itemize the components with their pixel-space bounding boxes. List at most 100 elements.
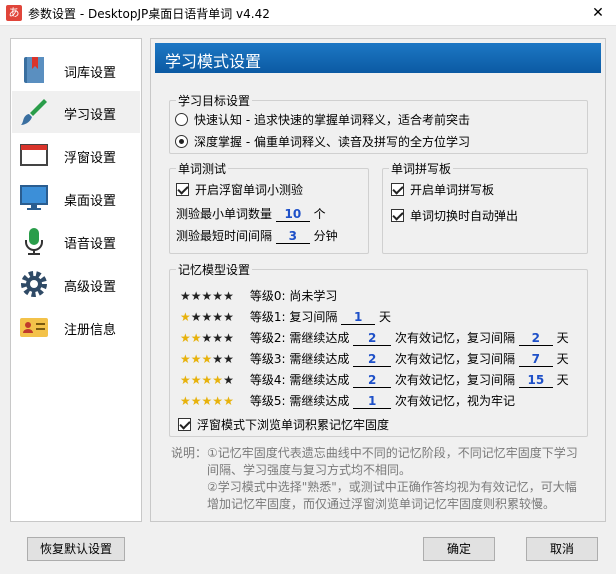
star-empty-icon: ★: [223, 373, 234, 387]
star-empty-icon: ★: [201, 331, 213, 345]
checkbox[interactable]: [391, 209, 404, 222]
window-icon: [20, 144, 48, 166]
star-empty-icon: ★: [190, 310, 202, 324]
level2-interval-input[interactable]: 2: [518, 331, 553, 346]
memory-level-5: ★★★★★ 等级5: 需继续达成 1 次有效记忆，视为牢记: [180, 392, 515, 409]
star-empty-icon: ★: [201, 310, 213, 324]
field-label: 测验最短时间间隔: [176, 229, 273, 243]
sidebar-item-label: 浮窗设置: [64, 151, 117, 166]
star-rating: ★★★★★: [180, 289, 246, 303]
star-empty-icon: ★: [212, 331, 224, 345]
microphone-icon: [25, 228, 43, 255]
sidebar-item-study[interactable]: 学习设置: [12, 91, 140, 133]
help-note: 说明：①记忆牢固度代表遗忘曲线中不同的记忆阶段，不同记忆牢固度下学习 间隔、学习…: [171, 445, 578, 513]
field-label: 测验最小单词数量: [176, 207, 273, 221]
option-label: 快速认知 - 追求快速的掌握单词释义，适合考前突击: [194, 113, 470, 127]
star-rating: ★★★★★: [180, 373, 246, 387]
spelling-group: 单词拼写板 开启单词拼写板 单词切换时自动弹出: [382, 160, 588, 254]
radio-button-selected[interactable]: [175, 135, 188, 148]
panel-header: 学习模式设置: [155, 43, 601, 73]
memory-level-2: ★★★★★ 等级2: 需继续达成 2 次有效记忆，复习间隔 2 天: [180, 329, 569, 346]
level-label: 等级3: 需继续达成: [249, 352, 350, 366]
close-icon[interactable]: ✕: [580, 0, 616, 26]
group-title: 单词测试: [176, 160, 229, 177]
spelling-enable-checkbox[interactable]: 开启单词拼写板: [391, 181, 494, 198]
settings-panel: 学习模式设置 学习目标设置 快速认知 - 追求快速的掌握单词释义，适合考前突击 …: [150, 38, 606, 522]
star-empty-icon: ★: [190, 289, 202, 303]
star-filled-icon: ★: [180, 352, 191, 366]
min-words-input[interactable]: 10: [275, 207, 310, 222]
level-label: 等级1: 复习间隔: [249, 310, 338, 324]
window-title: 参数设置 - DesktopJP桌面日语背单词 v4.42: [28, 7, 270, 21]
goal-option-deep[interactable]: 深度掌握 - 偏重单词释义、读音及拼写的全方位学习: [175, 133, 470, 150]
star-empty-icon: ★: [212, 289, 224, 303]
quiz-enable-checkbox[interactable]: 开启浮窗单词小测验: [176, 181, 303, 198]
checkbox[interactable]: [176, 183, 189, 196]
sidebar-item-voice[interactable]: 语音设置: [12, 220, 140, 262]
star-filled-icon: ★: [180, 310, 191, 324]
level3-count-input[interactable]: 2: [353, 352, 392, 367]
option-label: 深度掌握 - 偏重单词释义、读音及拼写的全方位学习: [194, 135, 470, 149]
sidebar: 词库设置 学习设置 浮窗设置 桌面设置 语音设置 高级设置 注册信息: [10, 38, 142, 522]
checkbox[interactable]: [391, 183, 404, 196]
star-filled-icon: ★: [212, 373, 224, 387]
level-label: 等级0: 尚未学习: [249, 289, 338, 303]
sidebar-item-label: 高级设置: [64, 280, 117, 295]
level3-interval-input[interactable]: 7: [518, 352, 553, 367]
spelling-auto-popup-checkbox[interactable]: 单词切换时自动弹出: [391, 207, 518, 224]
level-label: 次有效记忆，复习间隔: [394, 331, 515, 345]
star-filled-icon: ★: [190, 394, 202, 408]
group-title: 单词拼写板: [389, 160, 454, 177]
sidebar-item-label: 注册信息: [64, 323, 117, 338]
float-browse-checkbox[interactable]: 浮窗模式下浏览单词积累记忆牢固度: [178, 416, 389, 433]
star-filled-icon: ★: [180, 331, 191, 345]
sidebar-item-registration[interactable]: 注册信息: [12, 306, 140, 348]
cancel-button[interactable]: 取消: [526, 537, 598, 561]
min-interval-input[interactable]: 3: [275, 229, 310, 244]
sidebar-item-float-window[interactable]: 浮窗设置: [12, 134, 140, 176]
sidebar-item-desktop[interactable]: 桌面设置: [12, 177, 140, 219]
memory-level-0: ★★★★★ 等级0: 尚未学习: [180, 287, 337, 304]
star-empty-icon: ★: [201, 289, 213, 303]
star-filled-icon: ★: [180, 394, 191, 408]
radio-button[interactable]: [175, 113, 188, 126]
group-title: 学习目标设置: [176, 92, 253, 109]
note-line: 增加记忆牢固度，而仅通过浮窗浏览单词记忆牢固度则积累较慢。: [207, 497, 556, 511]
sidebar-item-label: 词库设置: [64, 66, 117, 81]
unit-label: 天: [556, 331, 569, 345]
level4-interval-input[interactable]: 15: [518, 373, 553, 388]
level-label: 等级5: 需继续达成: [249, 394, 350, 408]
quiz-min-words: 测验最小单词数量 10 个: [176, 205, 326, 222]
checkbox[interactable]: [178, 418, 191, 431]
sidebar-item-vocabulary[interactable]: 词库设置: [12, 49, 140, 91]
star-rating: ★★★★★: [180, 352, 246, 366]
star-filled-icon: ★: [190, 352, 202, 366]
star-filled-icon: ★: [212, 394, 224, 408]
note-line: 间隔、学习强度与复习方式均不相同。: [207, 463, 412, 477]
star-filled-icon: ★: [190, 331, 202, 345]
star-rating: ★★★★★: [180, 394, 246, 408]
reset-defaults-button[interactable]: 恢复默认设置: [27, 537, 125, 561]
level4-count-input[interactable]: 2: [353, 373, 392, 388]
level5-count-input[interactable]: 1: [353, 394, 392, 409]
star-rating: ★★★★★: [180, 331, 246, 345]
unit-label: 天: [556, 352, 569, 366]
sidebar-item-advanced[interactable]: 高级设置: [12, 263, 140, 305]
sidebar-item-label: 桌面设置: [64, 194, 117, 209]
star-filled-icon: ★: [190, 373, 202, 387]
level-label: 等级2: 需继续达成: [249, 331, 350, 345]
star-rating: ★★★★★: [180, 310, 246, 324]
star-filled-icon: ★: [201, 352, 213, 366]
star-empty-icon: ★: [212, 352, 224, 366]
star-empty-icon: ★: [223, 289, 234, 303]
id-card-icon: [20, 318, 48, 337]
star-empty-icon: ★: [212, 310, 224, 324]
goal-option-quick[interactable]: 快速认知 - 追求快速的掌握单词释义，适合考前突击: [175, 111, 470, 128]
level-label: 等级4: 需继续达成: [249, 373, 350, 387]
star-filled-icon: ★: [201, 373, 213, 387]
checkbox-label: 开启单词拼写板: [410, 183, 495, 197]
level1-interval-input[interactable]: 1: [341, 310, 376, 325]
star-empty-icon: ★: [223, 331, 234, 345]
level2-count-input[interactable]: 2: [353, 331, 392, 346]
ok-button[interactable]: 确定: [423, 537, 495, 561]
